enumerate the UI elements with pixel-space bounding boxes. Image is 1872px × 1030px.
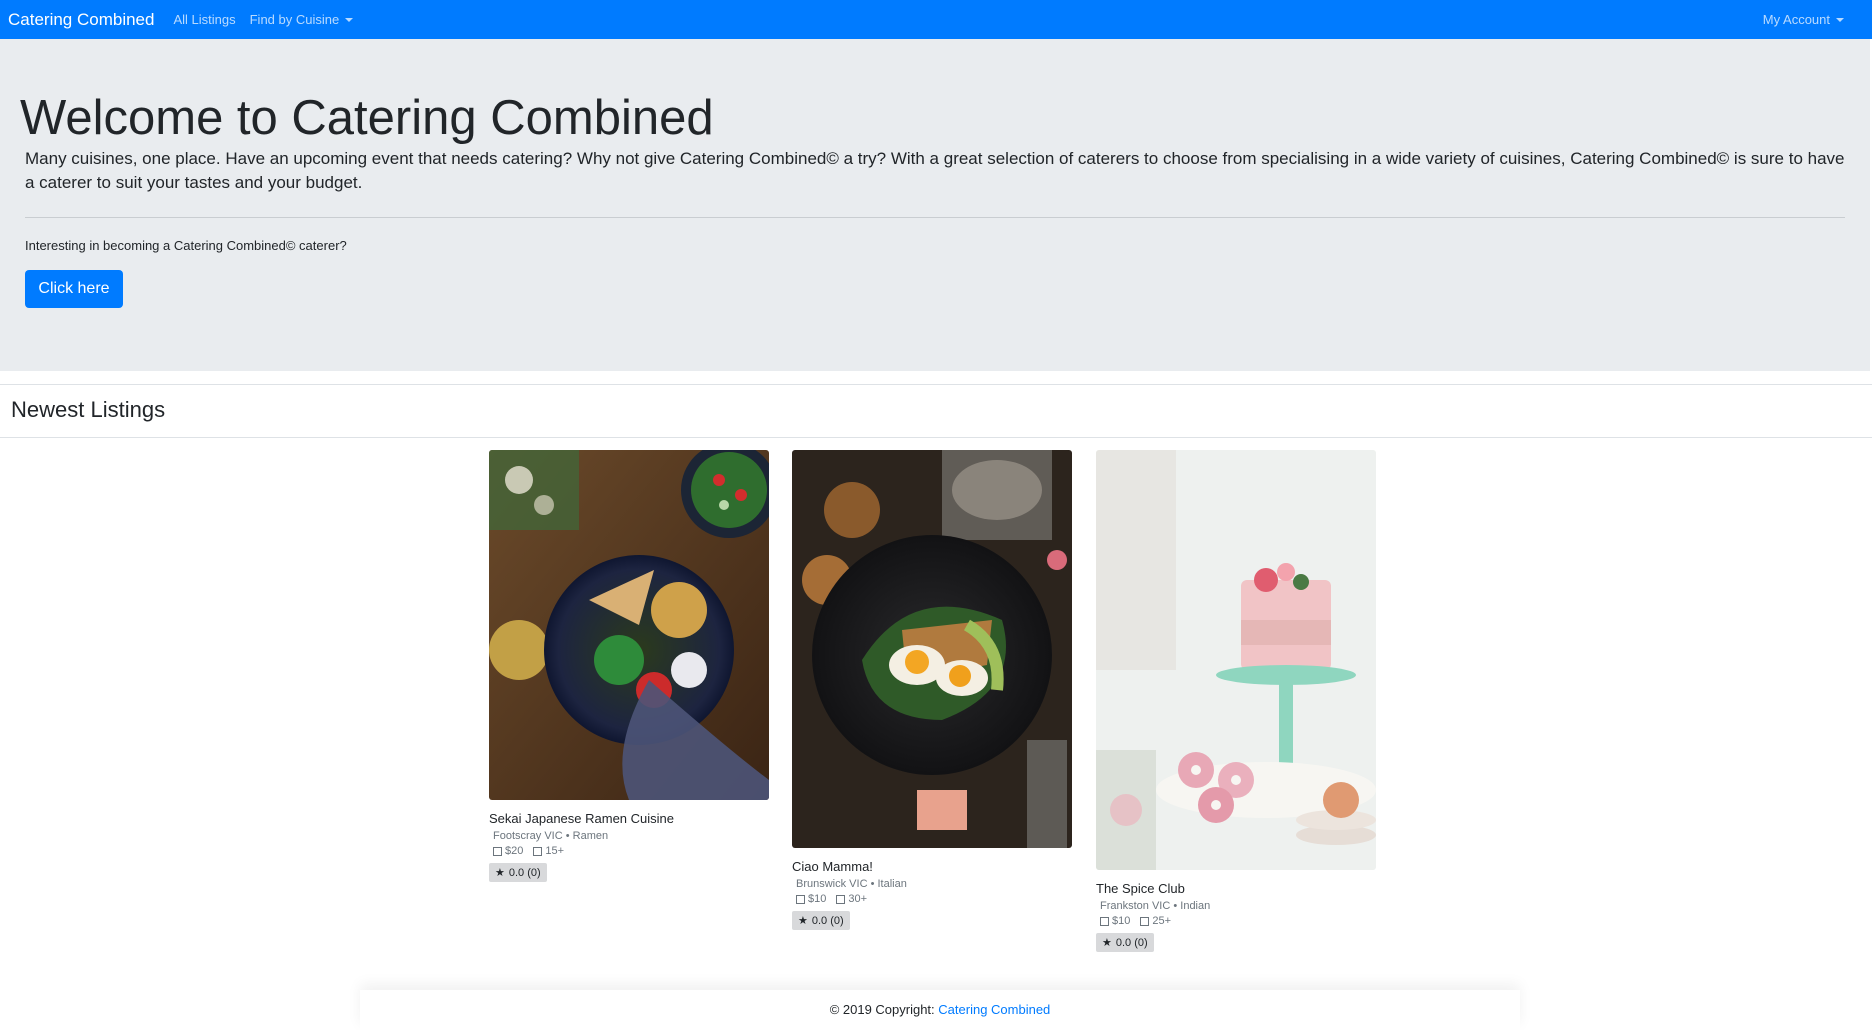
- chevron-down-icon: [1836, 17, 1844, 22]
- listing-price: $20: [505, 845, 524, 857]
- rating-value: 0.0 (0): [508, 866, 541, 879]
- listing-meta: $20 15+: [493, 845, 769, 857]
- hero-divider: [25, 217, 1845, 218]
- listing-price: $10: [808, 893, 827, 905]
- listing-location: Brunswick VIC • Italian: [796, 878, 907, 890]
- caterer-interest-text: Interesting in becoming a Catering Combi…: [25, 238, 347, 253]
- become-caterer-button[interactable]: Click here: [25, 270, 123, 308]
- price-icon: [796, 894, 805, 904]
- hero-jumbotron: Welcome to Catering Combined Many cuisin…: [0, 39, 1870, 371]
- chevron-down-icon: [345, 17, 354, 22]
- guests-icon: [533, 846, 543, 856]
- rating-badge: ★ 0.0 (0): [792, 911, 850, 930]
- brand-link[interactable]: Catering Combined: [8, 10, 154, 30]
- listing-guests: 25+: [1152, 915, 1172, 927]
- listing-card[interactable]: Sekai Japanese Ramen Cuisine Footscray V…: [489, 450, 769, 882]
- rating-value: 0.0 (0): [811, 914, 844, 927]
- footer-copyright: © 2019 Copyright:: [829, 1002, 939, 1017]
- guests-icon: [1140, 916, 1150, 926]
- listing-name[interactable]: Ciao Mamma!: [792, 859, 1072, 874]
- salad-bowl-photo: [489, 450, 769, 800]
- listing-image[interactable]: [792, 450, 1072, 848]
- rating-value: 0.0 (0): [1115, 936, 1148, 949]
- star-icon: ★: [798, 915, 808, 927]
- eggs-toast-photo: [792, 450, 1072, 848]
- rating-badge: ★ 0.0 (0): [489, 863, 547, 882]
- listing-location: Footscray VIC • Ramen: [493, 830, 609, 842]
- listing-guests: 30+: [848, 893, 868, 905]
- footer-link[interactable]: Catering Combined: [938, 1002, 1050, 1017]
- price-icon: [493, 846, 502, 856]
- section-divider-top: [0, 384, 1872, 385]
- listing-image[interactable]: [1096, 450, 1376, 870]
- listing-location: Frankston VIC • Indian: [1100, 900, 1211, 912]
- guests-icon: [836, 894, 846, 904]
- star-icon: ★: [1102, 937, 1112, 949]
- listing-name[interactable]: Sekai Japanese Ramen Cuisine: [489, 811, 769, 826]
- section-divider-bottom: [0, 437, 1872, 438]
- nav-my-account-label: My Account: [1762, 12, 1830, 27]
- price-icon: [1100, 916, 1109, 926]
- nav-find-by-cuisine-label: Find by Cuisine: [249, 12, 340, 27]
- hero-title: Welcome to Catering Combined: [20, 91, 714, 145]
- star-icon: ★: [495, 867, 505, 879]
- listing-card[interactable]: Ciao Mamma! Brunswick VIC • Italian $10 …: [792, 450, 1072, 930]
- nav-all-listings[interactable]: All Listings: [173, 12, 235, 27]
- listing-guests: 15+: [545, 845, 565, 857]
- cake-donuts-photo: [1096, 450, 1376, 870]
- nav-my-account-dropdown[interactable]: My Account: [1763, 0, 1844, 39]
- navbar: Catering Combined All Listings Find by C…: [0, 0, 1872, 39]
- listing-name[interactable]: The Spice Club: [1096, 881, 1376, 896]
- page-footer: © 2019 Copyright: Catering Combined: [360, 990, 1520, 1030]
- listing-meta: $10 25+: [1100, 915, 1376, 927]
- listing-image[interactable]: [489, 450, 769, 800]
- listing-price: $10: [1112, 915, 1131, 927]
- hero-lead: Many cuisines, one place. Have an upcomi…: [25, 149, 1845, 192]
- listing-meta: $10 30+: [796, 893, 1072, 905]
- listing-card[interactable]: The Spice Club Frankston VIC • Indian $1…: [1096, 450, 1376, 952]
- newest-listings-heading: Newest Listings: [11, 397, 166, 422]
- nav-find-by-cuisine-dropdown[interactable]: Find by Cuisine: [250, 12, 354, 27]
- rating-badge: ★ 0.0 (0): [1096, 933, 1154, 952]
